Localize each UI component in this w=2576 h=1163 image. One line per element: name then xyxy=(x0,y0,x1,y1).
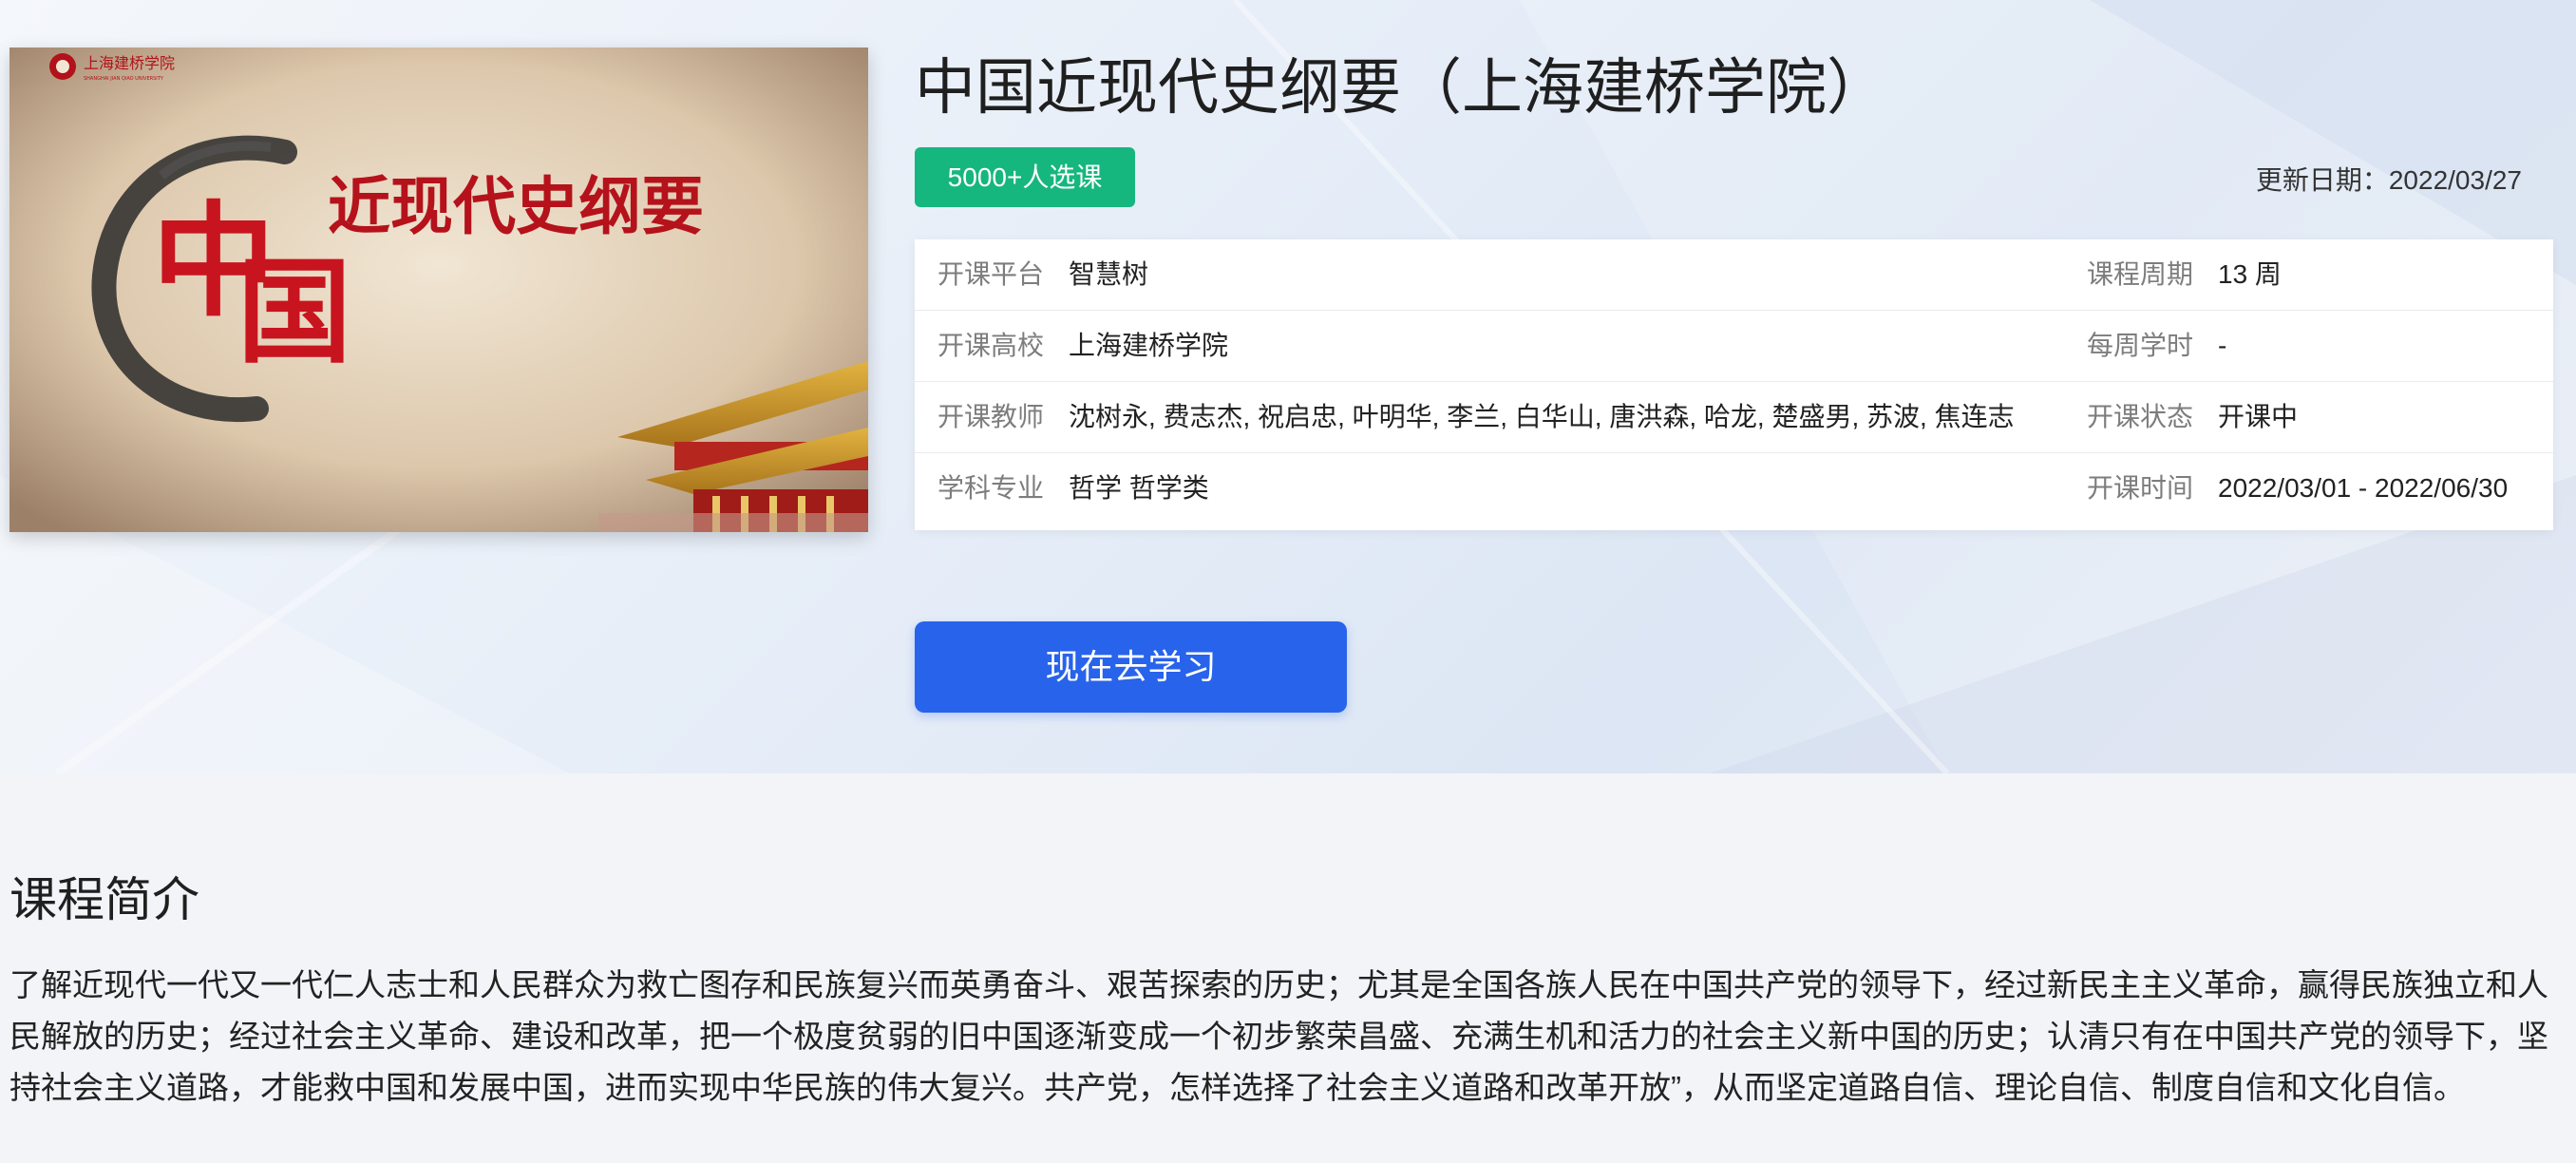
info-label: 课程周期 xyxy=(2087,259,2194,289)
university-logo-subtext: SHANGHAI JIAN QIAO UNIVERSITY xyxy=(84,76,164,82)
info-value: 上海建桥学院 xyxy=(1069,331,1229,360)
update-date-value: 2022/03/27 xyxy=(2388,165,2522,195)
info-label: 每周学时 xyxy=(2087,331,2194,360)
info-label: 开课教师 xyxy=(938,402,1045,431)
info-value: 13 周 xyxy=(2218,259,2282,289)
course-intro-heading: 课程简介 xyxy=(9,873,199,926)
update-date: 更新日期：2022/03/27 xyxy=(2256,160,2522,198)
info-value: 智慧树 xyxy=(1069,259,1149,289)
info-value: 沈树永, 费志杰, 祝启忠, 叶明华, 李兰, 白华山, 唐洪森, 哈龙, 楚盛… xyxy=(1069,402,2015,431)
info-value: 哲学 哲学类 xyxy=(1069,473,1209,503)
info-row: 开课教师 沈树永, 费志杰, 祝启忠, 叶明华, 李兰, 白华山, 唐洪森, 哈… xyxy=(915,382,2553,453)
info-value: 开课中 xyxy=(2218,402,2299,431)
info-row: 开课高校 上海建桥学院 每周学时 - xyxy=(915,311,2553,382)
info-value: - xyxy=(2218,331,2227,360)
course-info-table: 开课平台 智慧树 课程周期 13 周 开课高校 上海建桥学院 每周学时 - 开课… xyxy=(915,239,2553,530)
info-value: 2022/03/01 - 2022/06/30 xyxy=(2218,473,2509,503)
course-title: 中国近现代史纲要（上海建桥学院） xyxy=(915,53,1887,122)
info-label: 开课高校 xyxy=(938,331,1045,360)
enroll-count-badge: 5000+人选课 xyxy=(915,147,1135,207)
course-header: 上海建桥学院 SHANGHAI JIAN QIAO UNIVERSITY 中 国… xyxy=(0,0,2576,773)
cover-title-text: 近现代史纲要 xyxy=(328,169,704,243)
update-date-label: 更新日期： xyxy=(2255,165,2389,195)
info-label: 开课时间 xyxy=(2087,473,2194,503)
course-cover-image[interactable]: 上海建桥学院 SHANGHAI JIAN QIAO UNIVERSITY 中 国… xyxy=(9,48,868,532)
info-row: 学科专业 哲学 哲学类 开课时间 2022/03/01 - 2022/06/30 xyxy=(915,453,2553,524)
info-row: 开课平台 智慧树 课程周期 13 周 xyxy=(915,239,2553,311)
info-label: 学科专业 xyxy=(938,473,1045,503)
university-logo-text: 上海建桥学院 xyxy=(84,54,175,72)
course-intro-text: 了解近现代一代又一代仁人志士和人民群众为救亡图存和民族复兴而英勇奋斗、艰苦探索的… xyxy=(9,967,2548,1105)
cover-char-guo: 国 xyxy=(237,245,351,379)
info-label: 开课平台 xyxy=(938,259,1045,289)
info-label: 开课状态 xyxy=(2087,402,2194,431)
start-learning-button[interactable]: 现在去学习 xyxy=(915,621,1347,713)
